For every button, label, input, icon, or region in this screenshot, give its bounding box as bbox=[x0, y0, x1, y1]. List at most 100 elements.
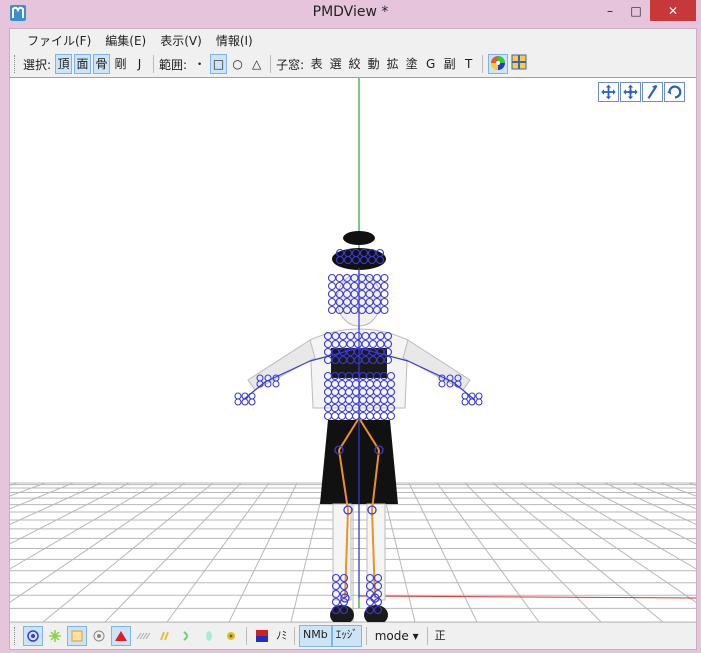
floor-grid-line bbox=[492, 482, 664, 622]
title-bar[interactable]: PMDView * – □ ✕ bbox=[0, 0, 701, 27]
range-point-button[interactable]: ・ bbox=[191, 54, 208, 74]
menu-bar: ファイル(F) 編集(E) 表示(V) 情報(I) bbox=[10, 29, 696, 51]
floor-grid-line bbox=[408, 482, 478, 622]
material-color-button[interactable] bbox=[252, 626, 272, 646]
child-t-button[interactable]: T bbox=[460, 54, 477, 74]
sparkle-display-button[interactable] bbox=[45, 626, 65, 646]
right-leg-shape bbox=[366, 503, 386, 601]
bone-joint-marker bbox=[327, 273, 337, 283]
triangle-display-button[interactable] bbox=[111, 625, 131, 646]
edge-toggle-button[interactable]: ｴｯｼﾞ bbox=[331, 624, 362, 647]
select-vertex-button[interactable]: 頂 bbox=[55, 54, 73, 74]
bone-joint-marker bbox=[337, 411, 347, 421]
pan-icon[interactable] bbox=[598, 82, 619, 102]
select-bone-button[interactable]: 骨 bbox=[93, 54, 111, 74]
bone-joint-marker bbox=[380, 305, 389, 315]
red-triangle-icon bbox=[115, 630, 127, 641]
bone-joint-marker bbox=[327, 305, 337, 315]
toolbar-grip[interactable] bbox=[14, 626, 18, 645]
floor-grid-line bbox=[10, 482, 130, 545]
color-wheel-button[interactable] bbox=[488, 54, 509, 74]
floor-grid-line bbox=[520, 482, 696, 603]
child-g-button[interactable]: G bbox=[422, 54, 439, 74]
range-rect-button[interactable]: □ bbox=[210, 54, 228, 74]
rotate-icon[interactable] bbox=[664, 82, 685, 102]
bone-joint-marker bbox=[234, 398, 242, 406]
bone-joint-marker bbox=[386, 411, 396, 421]
rigid-display-button[interactable] bbox=[155, 626, 175, 646]
menu-file[interactable]: ファイル(F) bbox=[20, 32, 98, 49]
toolbar-separator bbox=[270, 55, 272, 73]
view-navigation-icons bbox=[598, 82, 685, 102]
grid-view-button[interactable] bbox=[510, 54, 528, 74]
nomi-button[interactable]: ﾉﾐ bbox=[273, 626, 290, 646]
bone-joint-marker bbox=[475, 398, 483, 406]
bone-joint-marker bbox=[344, 411, 354, 421]
zoom-icon[interactable] bbox=[642, 82, 663, 102]
floor-grid-line bbox=[10, 482, 74, 510]
select-label: 選択: bbox=[23, 57, 52, 72]
toolbar-separator bbox=[294, 626, 295, 645]
vertex-display-button[interactable] bbox=[23, 625, 43, 646]
soft-display-button[interactable] bbox=[199, 626, 219, 646]
joint-display-button[interactable] bbox=[133, 626, 153, 646]
hatch-icon bbox=[136, 632, 150, 639]
bone-joint-marker bbox=[241, 398, 249, 406]
toolbar-grip[interactable] bbox=[14, 55, 18, 73]
maximize-button[interactable]: □ bbox=[623, 0, 649, 21]
child-filter-button[interactable]: 絞 bbox=[346, 54, 363, 74]
floor-grid-line bbox=[228, 482, 298, 622]
select-joint-button[interactable]: J bbox=[131, 54, 148, 74]
menu-info[interactable]: 情報(I) bbox=[209, 32, 260, 49]
scene-canvas[interactable] bbox=[10, 78, 696, 622]
window-title: PMDView * bbox=[312, 4, 389, 20]
menu-edit[interactable]: 編集(E) bbox=[98, 32, 153, 49]
bone-joint-marker bbox=[380, 289, 389, 299]
toolbar-separator bbox=[426, 626, 428, 645]
child-select-button[interactable]: 選 bbox=[327, 54, 344, 74]
nmo-toggle-button[interactable]: NMb bbox=[299, 624, 332, 647]
bone-joint-marker bbox=[461, 398, 469, 406]
close-button[interactable]: ✕ bbox=[650, 0, 696, 21]
soft-icon bbox=[206, 630, 212, 641]
move-icon[interactable] bbox=[620, 82, 641, 102]
minimize-button[interactable]: – bbox=[597, 0, 623, 21]
floor-grid-line bbox=[290, 482, 326, 622]
range-circle-button[interactable]: ○ bbox=[229, 54, 246, 74]
bone-joint-marker bbox=[379, 411, 389, 421]
select-face-button[interactable]: 面 bbox=[74, 54, 92, 74]
bone-display-button[interactable] bbox=[89, 626, 109, 646]
bone-joint-marker bbox=[372, 411, 382, 421]
menu-view[interactable]: 表示(V) bbox=[153, 32, 209, 49]
floor-grid-line bbox=[632, 482, 696, 510]
mode-dropdown[interactable]: mode ▾ bbox=[375, 629, 419, 643]
front-view-button[interactable]: 正 bbox=[432, 626, 449, 646]
bone-joint-marker bbox=[330, 411, 340, 421]
selection-toolbar: 選択: 頂 面 骨 剛 J 範囲: ・ □ ○ △ 子窓: 表 選 絞 動 拡 … bbox=[10, 52, 696, 76]
bone-joint-marker bbox=[365, 411, 375, 421]
physics-display-button[interactable] bbox=[221, 626, 241, 646]
vertex-icon bbox=[27, 629, 39, 642]
child-paint-button[interactable]: 塗 bbox=[403, 54, 420, 74]
child-move-button[interactable]: 動 bbox=[365, 54, 382, 74]
morph-display-button[interactable] bbox=[177, 626, 197, 646]
bone-joint-marker bbox=[327, 297, 337, 307]
rigid-icon bbox=[160, 631, 169, 640]
bone-joint-marker bbox=[234, 392, 242, 400]
child-sub-button[interactable]: 副 bbox=[441, 54, 458, 74]
child-window-label: 子窓: bbox=[276, 57, 305, 72]
bone-joint-marker bbox=[380, 273, 389, 283]
toolbar-separator bbox=[153, 55, 155, 73]
face-display-button[interactable] bbox=[67, 625, 87, 646]
bone-joint-marker bbox=[461, 392, 469, 400]
child-table-button[interactable]: 表 bbox=[308, 54, 325, 74]
range-triangle-button[interactable]: △ bbox=[248, 54, 265, 74]
bone-joint-marker bbox=[272, 380, 280, 388]
bone-joint-marker bbox=[248, 392, 256, 400]
child-scale-button[interactable]: 拡 bbox=[384, 54, 401, 74]
select-rigid-button[interactable]: 剛 bbox=[112, 54, 129, 74]
bone-joint-marker bbox=[468, 398, 476, 406]
3d-viewport[interactable] bbox=[10, 77, 696, 622]
bone-joint-marker bbox=[475, 392, 483, 400]
toolbar-separator bbox=[482, 55, 484, 73]
